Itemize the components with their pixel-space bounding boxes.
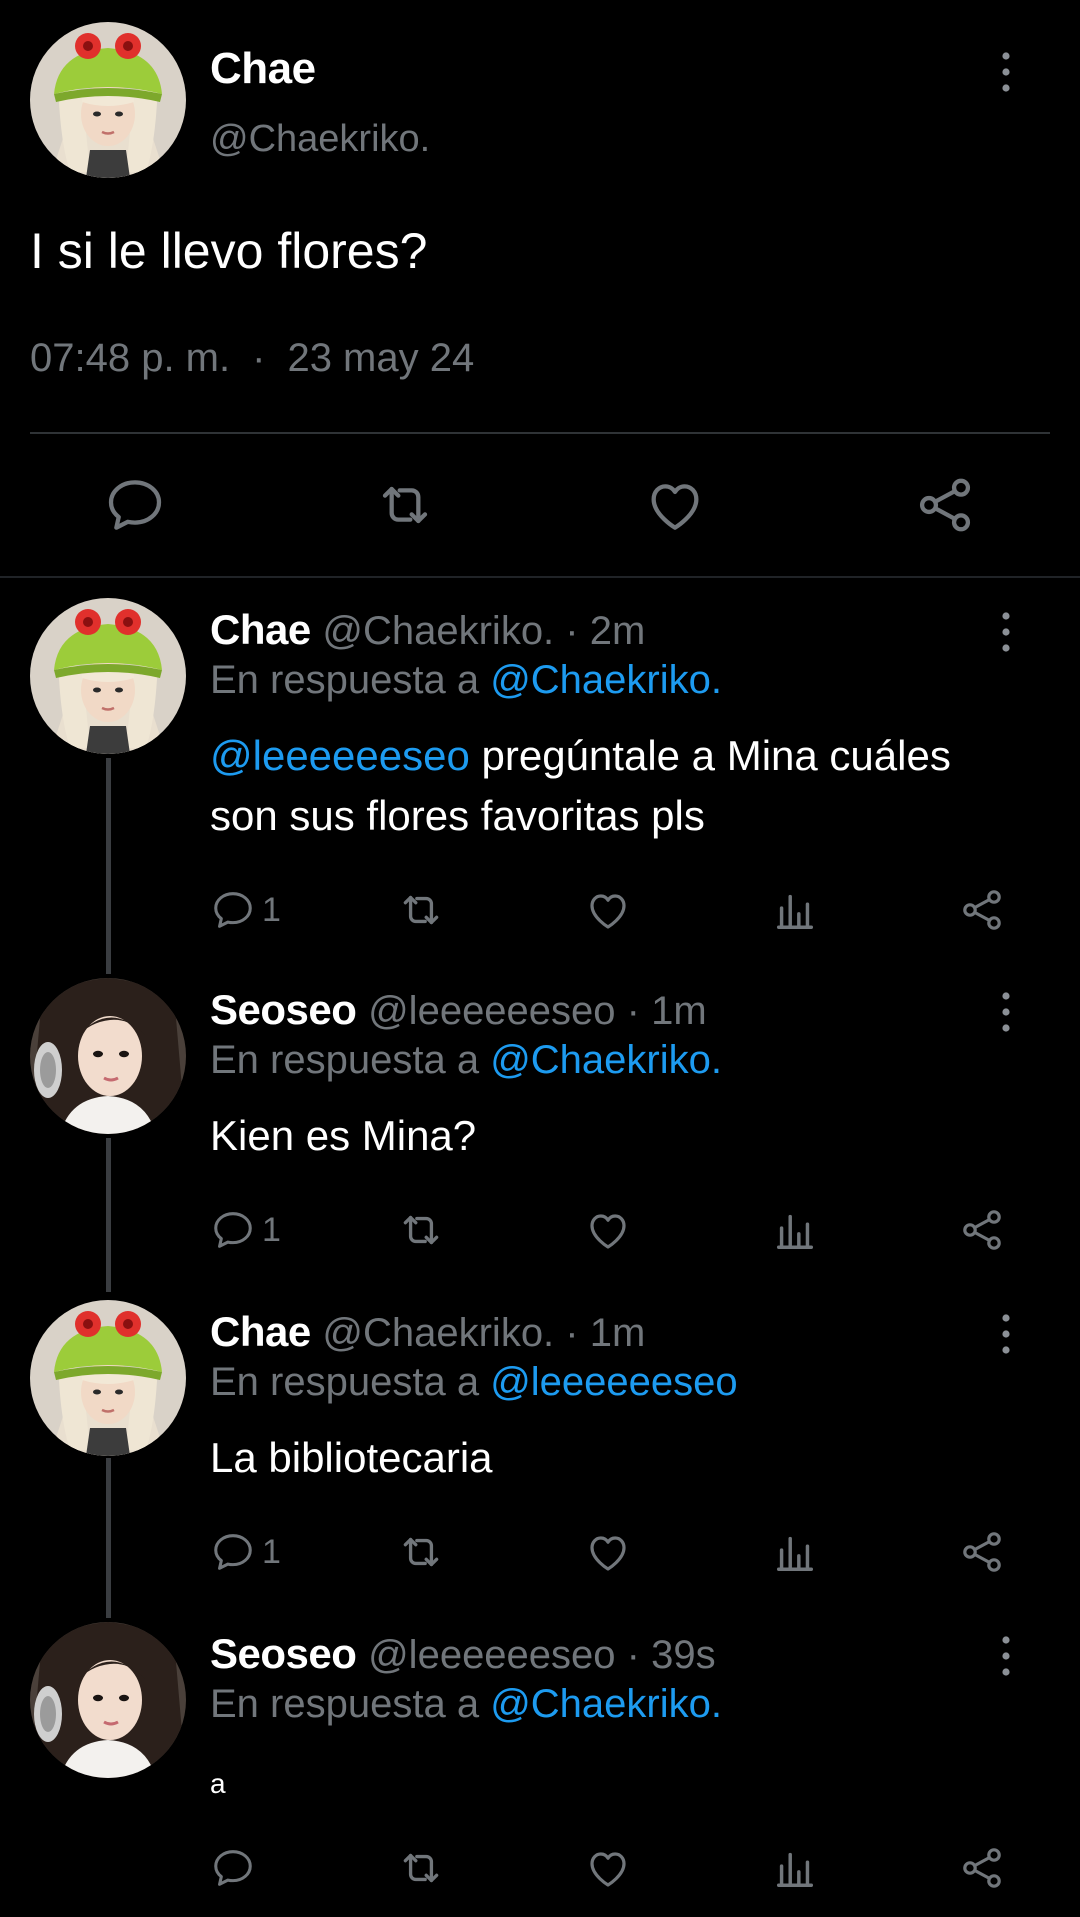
avatar[interactable] <box>30 22 186 178</box>
in-reply-to: En respuesta a @Chaekriko. <box>210 658 722 703</box>
like-icon[interactable] <box>640 470 710 540</box>
reply-icon <box>210 887 256 933</box>
like-icon[interactable] <box>584 880 632 940</box>
views-icon[interactable] <box>772 880 818 940</box>
more-vertical-icon[interactable] <box>1000 612 1012 657</box>
meta-separator: · <box>252 336 266 380</box>
reply-icon <box>210 1529 256 1575</box>
reply-action[interactable]: 1 <box>210 880 281 940</box>
in-reply-mention[interactable]: @Chaekriko. <box>490 1038 722 1082</box>
main-tweet: Chae @Chaekriko. I si le llevo flores? 0… <box>0 0 1080 578</box>
more-vertical-icon[interactable] <box>1000 992 1012 1037</box>
reply-icon[interactable] <box>100 470 170 540</box>
author-meta[interactable]: @leeeeeeseo · 39s <box>368 1633 716 1677</box>
in-reply-label: En respuesta a <box>210 1682 480 1726</box>
share-icon[interactable] <box>958 880 1006 940</box>
reply-actions: 1 <box>0 1200 1080 1260</box>
share-icon[interactable] <box>958 1522 1006 1582</box>
reply-count: 1 <box>262 1532 281 1571</box>
divider <box>30 432 1050 434</box>
author-meta[interactable]: @Chaekriko. · 1m <box>322 1311 645 1355</box>
tweet-thread-page: Chae @Chaekriko. I si le llevo flores? 0… <box>0 0 1080 1917</box>
views-icon[interactable] <box>772 1838 818 1898</box>
in-reply-to: En respuesta a @leeeeeeseo <box>210 1360 738 1405</box>
more-vertical-icon[interactable] <box>1000 52 1012 97</box>
reply-action[interactable]: 1 <box>210 1200 281 1260</box>
in-reply-label: En respuesta a <box>210 658 480 702</box>
reply-action[interactable]: 1 <box>210 1522 281 1582</box>
reply-text: @leeeeeeseo pregúntale a Mina cuáles son… <box>210 726 1030 846</box>
retweet-icon[interactable] <box>370 470 440 540</box>
author-name[interactable]: Chae <box>210 1308 311 1355</box>
author-name[interactable]: Chae <box>210 606 311 653</box>
views-icon[interactable] <box>772 1522 818 1582</box>
reply-icon <box>210 1207 256 1253</box>
reply-tweet[interactable]: Chae @Chaekriko. · 1m En respuesta a @le… <box>0 1300 1080 1600</box>
retweet-icon[interactable] <box>396 1838 446 1898</box>
author-name[interactable]: Seoseo <box>210 1630 357 1677</box>
reply-tweet[interactable]: Chae @Chaekriko. · 2m En respuesta a @Ch… <box>0 598 1080 950</box>
author-handle[interactable]: @Chaekriko. <box>210 118 430 161</box>
more-vertical-icon[interactable] <box>1000 1314 1012 1359</box>
views-icon[interactable] <box>772 1200 818 1260</box>
avatar[interactable] <box>30 1300 186 1456</box>
reply-count: 1 <box>262 1210 281 1249</box>
avatar[interactable] <box>30 1622 186 1778</box>
reply-actions <box>0 1838 1080 1898</box>
avatar[interactable] <box>30 978 186 1134</box>
in-reply-mention[interactable]: @Chaekriko. <box>490 1682 722 1726</box>
reply-tweet[interactable]: Seoseo @leeeeeeseo · 1m En respuesta a @… <box>0 978 1080 1278</box>
more-vertical-icon[interactable] <box>1000 1636 1012 1681</box>
reply-count: 1 <box>262 890 281 929</box>
author-meta[interactable]: @Chaekriko. · 2m <box>322 609 645 653</box>
retweet-icon[interactable] <box>396 1200 446 1260</box>
in-reply-to: En respuesta a @Chaekriko. <box>210 1682 722 1727</box>
avatar[interactable] <box>30 598 186 754</box>
like-icon[interactable] <box>584 1838 632 1898</box>
reply-text: La bibliotecaria <box>210 1434 493 1481</box>
author-name[interactable]: Chae <box>210 44 316 94</box>
reply-text: Kien es Mina? <box>210 1112 477 1159</box>
retweet-icon[interactable] <box>396 1522 446 1582</box>
in-reply-to: En respuesta a @Chaekriko. <box>210 1038 722 1083</box>
share-icon[interactable] <box>958 1200 1006 1260</box>
author-name[interactable]: Seoseo <box>210 986 357 1033</box>
tweet-time: 07:48 p. m. <box>30 336 231 380</box>
in-reply-mention[interactable]: @leeeeeeseo <box>490 1360 737 1404</box>
tweet-actions <box>0 470 1080 540</box>
mention-link[interactable]: @leeeeeeseo <box>210 732 470 779</box>
reply-actions: 1 <box>0 880 1080 940</box>
tweet-date: 23 may 24 <box>287 336 475 380</box>
in-reply-label: En respuesta a <box>210 1038 480 1082</box>
reply-icon[interactable] <box>210 1838 262 1898</box>
in-reply-mention[interactable]: @Chaekriko. <box>490 658 722 702</box>
reply-header: Chae @Chaekriko. · 1m <box>210 1308 645 1356</box>
retweet-icon[interactable] <box>396 880 446 940</box>
reply-tweet[interactable]: Seoseo @leeeeeeseo · 39s En respuesta a … <box>0 1622 1080 1917</box>
reply-header: Chae @Chaekriko. · 2m <box>210 606 645 654</box>
tweet-text: I si le llevo flores? <box>30 223 428 279</box>
reply-header: Seoseo @leeeeeeseo · 1m <box>210 986 707 1034</box>
in-reply-label: En respuesta a <box>210 1360 480 1404</box>
reply-header: Seoseo @leeeeeeseo · 39s <box>210 1630 716 1678</box>
share-icon[interactable] <box>958 1838 1006 1898</box>
share-icon[interactable] <box>910 470 980 540</box>
like-icon[interactable] <box>584 1522 632 1582</box>
tweet-timestamp: 07:48 p. m. · 23 may 24 <box>30 336 474 381</box>
author-meta[interactable]: @leeeeeeseo · 1m <box>368 989 707 1033</box>
reply-text: a <box>210 1768 226 1799</box>
like-icon[interactable] <box>584 1200 632 1260</box>
reply-actions: 1 <box>0 1522 1080 1582</box>
